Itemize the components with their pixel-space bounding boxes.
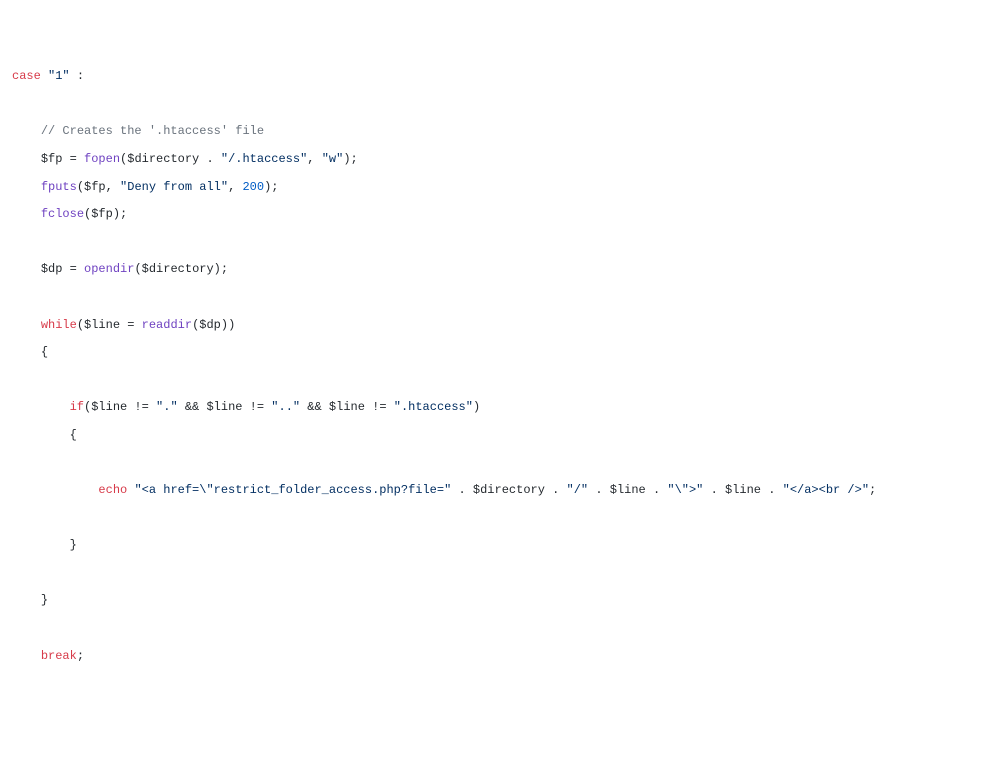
string-close-tag: "</a><br />" [783, 483, 869, 497]
variable-line: $line [91, 400, 127, 414]
brace-open: { [70, 428, 77, 442]
string-literal: "1" [48, 69, 70, 83]
string-close-attr: "\">" [667, 483, 703, 497]
string-htaccess: ".htaccess" [394, 400, 473, 414]
string-href: "<a href=\"restrict_folder_access.php?fi… [134, 483, 451, 497]
stmt-end: ); [214, 262, 228, 276]
concat: . [761, 483, 783, 497]
paren-open: ( [134, 262, 141, 276]
concat: . [588, 483, 610, 497]
keyword-case: case [12, 69, 41, 83]
paren-close: )) [221, 318, 235, 332]
stmt-end: ); [264, 180, 278, 194]
code-block: case "1" : // Creates the '.htaccess' fi… [12, 63, 984, 670]
concat: . [703, 483, 725, 497]
paren-open: ( [77, 318, 84, 332]
string-dot: "." [156, 400, 178, 414]
colon: : [70, 69, 84, 83]
fn-fputs: fputs [41, 180, 77, 194]
string-deny: "Deny from all" [120, 180, 228, 194]
concat: . [451, 483, 473, 497]
and: && [300, 400, 329, 414]
brace-close: } [41, 593, 48, 607]
space [41, 69, 48, 83]
variable-line: $line [725, 483, 761, 497]
variable-line: $line [84, 318, 120, 332]
variable-dp: $dp [41, 262, 63, 276]
fn-opendir: opendir [84, 262, 134, 276]
brace-open: { [41, 345, 48, 359]
paren-close: ) [473, 400, 480, 414]
string-slash: "/" [567, 483, 589, 497]
variable-directory: $directory [127, 152, 199, 166]
keyword-echo: echo [98, 483, 127, 497]
stmt-end: ; [869, 483, 876, 497]
variable-line: $line [329, 400, 365, 414]
variable-dp: $dp [199, 318, 221, 332]
variable-fp: $fp [41, 152, 63, 166]
string-mode: "w" [322, 152, 344, 166]
keyword-if: if [70, 400, 84, 414]
comment: // Creates the '.htaccess' file [41, 124, 264, 138]
stmt-end: ); [343, 152, 357, 166]
comma: , [106, 180, 120, 194]
fn-fopen: fopen [84, 152, 120, 166]
variable-fp: $fp [91, 207, 113, 221]
concat: . [545, 483, 567, 497]
brace-close: } [70, 538, 77, 552]
string-dotdot: ".." [271, 400, 300, 414]
stmt-end: ; [77, 649, 84, 663]
variable-line: $line [610, 483, 646, 497]
comma: , [307, 152, 321, 166]
fn-fclose: fclose [41, 207, 84, 221]
stmt-end: ); [113, 207, 127, 221]
variable-directory: $directory [142, 262, 214, 276]
variable-directory: $directory [473, 483, 545, 497]
and: && [178, 400, 207, 414]
comma: , [228, 180, 242, 194]
concat: . [646, 483, 668, 497]
keyword-break: break [41, 649, 77, 663]
equals: = [120, 318, 142, 332]
paren-open: ( [77, 180, 84, 194]
variable-line: $line [206, 400, 242, 414]
equals: = [62, 262, 84, 276]
neq: != [365, 400, 394, 414]
fn-readdir: readdir [142, 318, 192, 332]
string-htaccess: "/.htaccess" [221, 152, 307, 166]
concat: . [199, 152, 221, 166]
keyword-while: while [41, 318, 77, 332]
neq: != [242, 400, 271, 414]
variable-fp: $fp [84, 180, 106, 194]
neq: != [127, 400, 156, 414]
equals: = [62, 152, 84, 166]
number-200: 200 [242, 180, 264, 194]
